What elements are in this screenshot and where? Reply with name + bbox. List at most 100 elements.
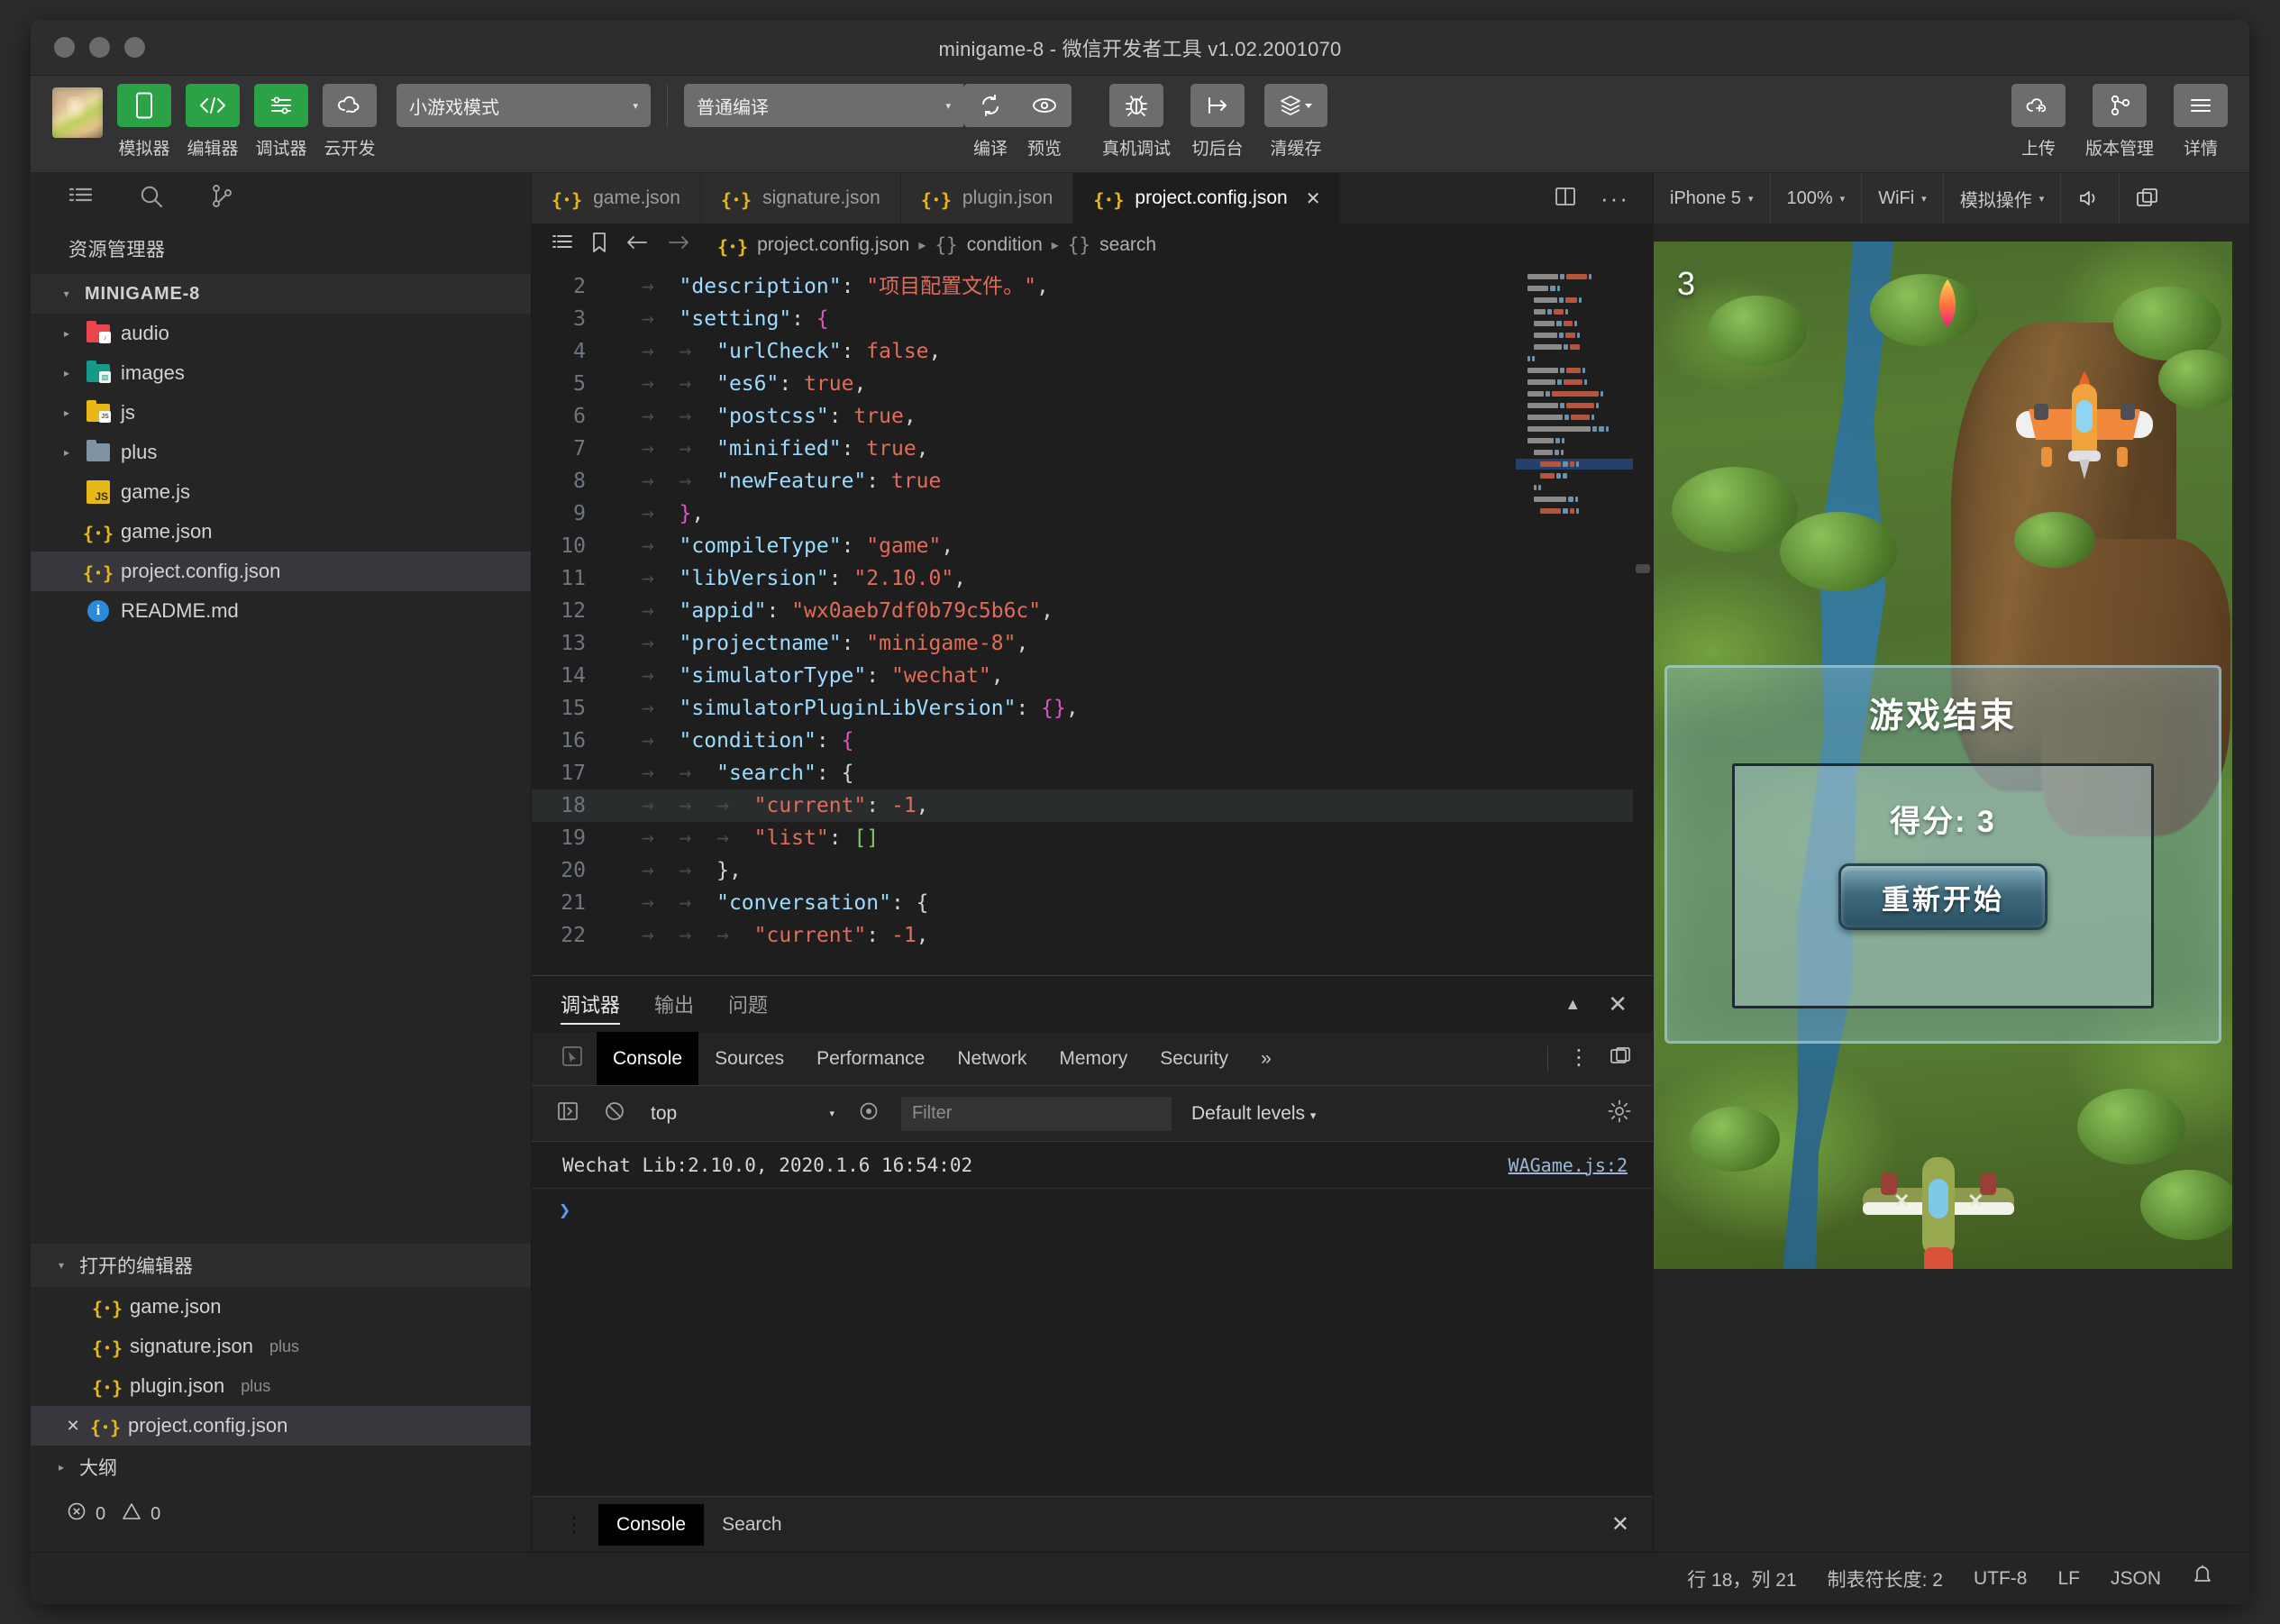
code-line[interactable]: 14 → "simulatorType": "wechat", [532, 660, 1653, 692]
restart-button[interactable]: 重新开始 [1838, 863, 2047, 930]
drawer-menu-icon[interactable]: ⋮ [550, 1514, 598, 1534]
code-line[interactable]: 19 → → → "list": [] [532, 822, 1653, 854]
toolbar-button-version-management[interactable]: 版本管理 [2085, 84, 2154, 160]
mode-select[interactable]: 小游戏模式 ▾ [397, 84, 651, 127]
code-line[interactable]: 5 → → "es6": true, [532, 368, 1653, 400]
code-line[interactable]: 22 → → → "current": -1, [532, 919, 1653, 952]
status-eol[interactable]: LF [2057, 1568, 2080, 1590]
chevron-down-icon[interactable]: ▾ [52, 1259, 70, 1272]
device-select[interactable]: iPhone 5 ▾ [1654, 173, 1771, 224]
tree-item-game-js[interactable]: JS game.js [31, 472, 531, 512]
dock-side-icon[interactable] [1610, 1046, 1631, 1071]
filter-input[interactable]: Filter [901, 1096, 1172, 1131]
toolbar-button-real-device-debug[interactable]: 真机调试 [1102, 84, 1171, 160]
scrollbar-thumb[interactable] [1636, 564, 1650, 573]
outline-header[interactable]: ▸ 大纲 [31, 1446, 531, 1489]
problems-status[interactable]: 0 0 [31, 1489, 531, 1539]
tree-item-project-config-json[interactable]: {･} project.config.json [31, 552, 531, 591]
console-message-source[interactable]: WAGame.js:2 [1509, 1154, 1653, 1176]
breadcrumb-file[interactable]: project.config.json [757, 234, 909, 256]
devtools-tab-performance[interactable]: Performance [800, 1032, 941, 1085]
toolbar-button-background[interactable]: 切后台 [1190, 84, 1245, 160]
network-select[interactable]: WiFi ▾ [1862, 173, 1944, 224]
breadcrumb-search[interactable]: search [1099, 234, 1156, 256]
chevron-right-icon[interactable]: ▸ [58, 327, 76, 340]
panel-tab-output[interactable]: 输出 [654, 976, 694, 1032]
status-encoding[interactable]: UTF-8 [1974, 1568, 2028, 1590]
code-line[interactable]: 15 → "simulatorPluginLibVersion": {}, [532, 692, 1653, 725]
zoom-select[interactable]: 100% ▾ [1771, 173, 1863, 224]
code-line[interactable]: 9 → }, [532, 497, 1653, 530]
code-editor[interactable]: 2 → "description": "项目配置文件。", 3 → "setting"… [532, 267, 1653, 975]
game-canvas[interactable]: 3 ✕ ✕ 游戏结束 得分: 3 重新开始 [1654, 242, 2232, 1269]
code-line[interactable]: 3 → "setting": { [532, 303, 1653, 335]
status-cursor-position[interactable]: 行 18，列 21 [1687, 1565, 1796, 1592]
open-editor-plugin-json[interactable]: {･} plugin.json plus [31, 1366, 531, 1406]
volume-icon[interactable] [2061, 173, 2120, 224]
inspect-element-icon[interactable] [548, 1045, 597, 1072]
status-language[interactable]: JSON [2111, 1568, 2161, 1590]
gear-icon[interactable] [1608, 1099, 1653, 1127]
bell-icon[interactable] [2192, 1565, 2213, 1593]
code-line[interactable]: 10 → "compileType": "game", [532, 530, 1653, 562]
tab-game-json[interactable]: {･} game.json [532, 173, 701, 224]
explorer-icon[interactable] [68, 186, 94, 212]
forward-arrow-icon[interactable] [667, 233, 690, 257]
clear-console-icon[interactable] [591, 1100, 638, 1127]
back-arrow-icon[interactable] [625, 233, 649, 257]
code-line[interactable]: 12 → "appid": "wx0aeb7df0b79c5b6c", [532, 595, 1653, 627]
code-line[interactable]: 6 → → "postcss": true, [532, 400, 1653, 433]
eye-target-icon[interactable] [845, 1100, 892, 1127]
detach-window-icon[interactable] [2120, 173, 2175, 224]
console-input[interactable]: ❯ [532, 1189, 1653, 1232]
code-line[interactable]: 7 → → "minified": true, [532, 433, 1653, 465]
open-editor-signature-json[interactable]: {･} signature.json plus [31, 1327, 531, 1366]
avatar[interactable] [52, 87, 103, 138]
tab-signature-json[interactable]: {･} signature.json [700, 173, 901, 224]
close-icon[interactable]: ✕ [63, 1417, 83, 1436]
code-line[interactable]: 18 → → → "current": -1, [532, 789, 1653, 822]
code-line[interactable]: 17 → → "search": { [532, 757, 1653, 789]
devtools-tab-network[interactable]: Network [941, 1032, 1043, 1085]
code-line[interactable]: 2 → "description": "项目配置文件。", [532, 270, 1653, 303]
editor-scrollbar[interactable] [1633, 267, 1653, 975]
maximize-button[interactable] [124, 37, 145, 58]
split-editor-icon[interactable] [1554, 186, 1577, 212]
devtools-tab-security[interactable]: Security [1144, 1032, 1245, 1085]
code-line[interactable]: 11 → "libVersion": "2.10.0", [532, 562, 1653, 595]
code-line[interactable]: 4 → → "urlCheck": false, [532, 335, 1653, 368]
tree-item-plus[interactable]: ▸ plus [31, 433, 531, 472]
chevron-down-icon[interactable]: ▾ [58, 287, 76, 300]
open-editors-header[interactable]: ▾ 打开的编辑器 [31, 1244, 531, 1287]
code-line[interactable]: 8 → → "newFeature": true [532, 465, 1653, 497]
toolbar-button-preview[interactable]: 预览 [1017, 84, 1072, 160]
close-button[interactable] [54, 37, 75, 58]
code-line[interactable]: 16 → "condition": { [532, 725, 1653, 757]
open-editor-game-json[interactable]: {･} game.json [31, 1287, 531, 1327]
toolbar-button-editor[interactable]: 编辑器 [186, 84, 240, 160]
toolbar-button-details[interactable]: 详情 [2174, 84, 2228, 160]
compile-mode-select[interactable]: 普通编译 ▾ [684, 84, 963, 127]
close-icon[interactable]: ✕ [1306, 187, 1321, 210]
more-actions-icon[interactable]: ··· [1601, 185, 1629, 213]
search-icon[interactable] [139, 184, 164, 214]
code-line[interactable]: 13 → "projectname": "minigame-8", [532, 627, 1653, 660]
execution-context-select[interactable]: top ▾ [638, 1103, 845, 1125]
close-panel-icon[interactable]: ✕ [1608, 990, 1628, 1018]
toolbar-button-cloud-dev[interactable]: 云开发 [323, 84, 377, 160]
tree-item-audio[interactable]: ▸ ♪ audio [31, 314, 531, 353]
devtools-tab-more[interactable]: » [1245, 1032, 1288, 1085]
tree-item-game-json[interactable]: {･} game.json [31, 512, 531, 552]
status-indent[interactable]: 制表符长度: 2 [1828, 1565, 1943, 1592]
outline-icon[interactable] [552, 233, 573, 257]
panel-tab-problems[interactable]: 问题 [728, 976, 768, 1032]
minimize-button[interactable] [89, 37, 110, 58]
bookmark-icon[interactable] [591, 232, 607, 259]
tree-item-images[interactable]: ▸ ▨ images [31, 353, 531, 393]
devtools-tab-console[interactable]: Console [597, 1032, 699, 1085]
devtools-tab-sources[interactable]: Sources [698, 1032, 800, 1085]
chevron-right-icon[interactable]: ▸ [58, 406, 76, 419]
toolbar-button-debugger[interactable]: 调试器 [254, 84, 308, 160]
chevron-right-icon[interactable]: ▸ [58, 446, 76, 459]
panel-tab-debugger[interactable]: 调试器 [561, 976, 621, 1032]
